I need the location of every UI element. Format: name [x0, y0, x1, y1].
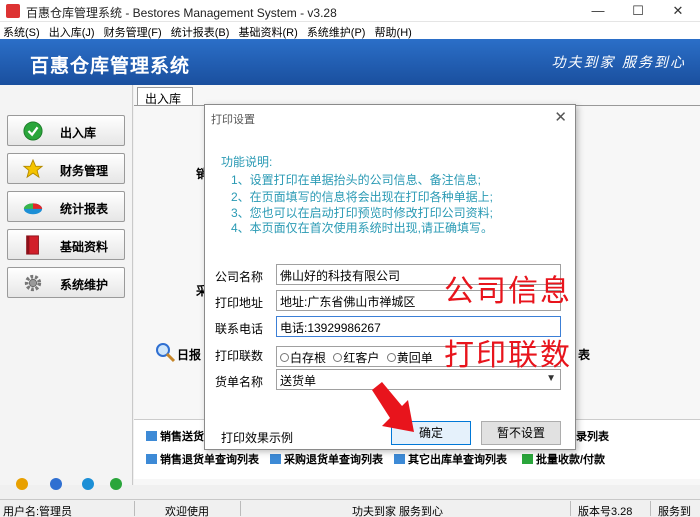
skip-button[interactable]: 暂不设置 — [481, 421, 561, 445]
link-batch-payment[interactable]: 批量收款/付款 — [522, 451, 605, 467]
copies-option-stub[interactable]: 白存根 — [280, 349, 326, 366]
sidebar-item-reports[interactable]: 统计报表 — [7, 191, 125, 222]
sidebar-item-label: 基础资料 — [60, 240, 109, 254]
exit-icon[interactable] — [110, 478, 122, 490]
magnifier-icon — [156, 343, 176, 363]
print-preview-label[interactable]: 打印效果示例 — [221, 429, 293, 446]
star-icon — [22, 159, 44, 179]
tab-inout[interactable]: 出入库 — [137, 87, 193, 106]
status-service: 服务到 — [658, 506, 691, 517]
check-icon — [23, 121, 43, 141]
link-record-list[interactable]: 录列表 — [576, 428, 609, 444]
sidebar-item-finance[interactable]: 财务管理 — [7, 153, 125, 184]
maximize-button[interactable]: ☐ — [618, 0, 658, 22]
doc-name-value: 送货单 — [280, 374, 317, 388]
close-button[interactable]: ✕ — [658, 0, 698, 22]
sidebar-item-basic-data[interactable]: 基础资料 — [7, 229, 125, 260]
dialog-close-icon[interactable]: ✕ — [554, 108, 567, 126]
list-icon — [270, 454, 281, 464]
copies-label: 打印联数 — [215, 349, 264, 363]
status-user: 用户名:管理员 — [3, 506, 73, 517]
copies-option-receipt[interactable]: 黄回单 — [386, 349, 433, 366]
status-separator — [650, 501, 651, 516]
status-version: 版本号3.28 — [578, 506, 633, 517]
sidebar-item-label: 统计报表 — [60, 202, 109, 216]
money-icon — [522, 454, 533, 464]
sidebar-item-label: 财务管理 — [60, 164, 109, 178]
sidebar: 出入库 财务管理 统计报表 基础资料 系统维护 — [0, 85, 133, 485]
radio-icon — [386, 353, 396, 362]
instructions-heading: 功能说明: — [221, 155, 273, 169]
phone-label: 联系电话 — [215, 322, 264, 336]
sidebar-item-label: 系统维护 — [60, 278, 109, 292]
link-sales-return-list[interactable]: 销售退货单查询列表 — [146, 451, 259, 467]
sidebar-item-inout[interactable]: 出入库 — [7, 115, 125, 146]
status-slogan: 功夫到家 服务到心 — [352, 506, 444, 517]
instruction-line: 1、设置打印在单据抬头的公司信息、备注信息; — [231, 173, 482, 187]
status-separator — [134, 501, 135, 516]
window-title: 百惠仓库管理系统 - Bestores Management System - … — [26, 6, 337, 20]
dialog-title: 打印设置 — [211, 114, 255, 126]
instruction-line: 2、在页面填写的信息将会出现在打印各种单据上; — [231, 190, 494, 204]
link-sales-delivery[interactable]: 销售送货 — [146, 428, 204, 444]
brand-title: 百惠仓库管理系统 — [30, 56, 191, 77]
status-bar: 用户名:管理员 欢迎使用 功夫到家 服务到心 版本号3.28 服务到 — [0, 499, 700, 517]
list-icon — [146, 454, 157, 464]
status-separator — [570, 501, 571, 516]
company-label: 公司名称 — [215, 270, 264, 284]
minimize-button[interactable]: — — [578, 0, 618, 22]
radio-icon — [333, 353, 343, 362]
status-welcome: 欢迎使用 — [165, 506, 209, 517]
sidebar-item-maintenance[interactable]: 系统维护 — [7, 267, 125, 298]
link-purchase-return-list[interactable]: 采购退货单查询列表 — [270, 451, 383, 467]
status-separator — [240, 501, 241, 516]
book-icon — [26, 235, 39, 255]
sidebar-item-label: 出入库 — [60, 126, 97, 140]
title-bar: 百惠仓库管理系统 - Bestores Management System - … — [0, 0, 700, 22]
workspace-label-daily[interactable]: 日报 — [177, 346, 201, 363]
gear-icon — [24, 274, 42, 292]
doc-name-label: 货单名称 — [215, 375, 264, 389]
annotation-company-info: 公司信息 — [444, 274, 572, 309]
pencil-icon[interactable] — [16, 478, 28, 490]
annotation-print-copies: 打印联数 — [444, 338, 572, 373]
instruction-line: 4、本页面仅在首次使用系统时出现,请正确填写。 — [231, 221, 494, 235]
info-icon[interactable] — [82, 478, 94, 490]
banner-slogan: 功夫到家 服务到心 — [551, 55, 686, 71]
list-icon — [394, 454, 405, 464]
copies-option-customer[interactable]: 红客户 — [333, 349, 379, 366]
list-icon — [146, 431, 157, 441]
radio-icon — [280, 353, 289, 362]
clock-icon[interactable] — [50, 478, 62, 490]
header-banner: 百惠仓库管理系统 功夫到家 服务到心 — [0, 39, 700, 85]
address-label: 打印地址 — [215, 296, 264, 310]
pie-chart-icon — [23, 203, 43, 215]
chevron-down-icon: ▼ — [546, 373, 556, 384]
red-arrow-icon — [372, 382, 414, 432]
workspace-label-report[interactable]: 表 — [578, 346, 590, 363]
link-other-outbound-list[interactable]: 其它出库单查询列表 — [394, 451, 507, 467]
menu-bar: 系统(S) 出入库(J) 财务管理(F) 统计报表(B) 基础资料(R) 系统维… — [0, 22, 700, 39]
app-icon — [6, 4, 20, 18]
